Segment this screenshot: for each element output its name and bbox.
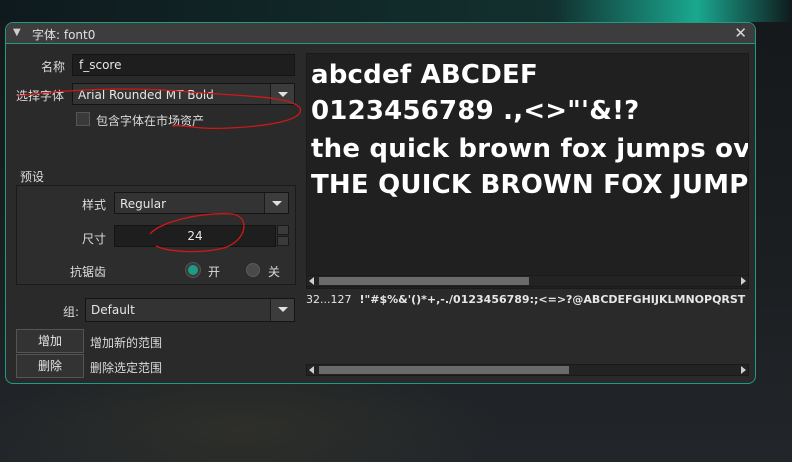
scroll-right-icon[interactable]	[741, 277, 746, 285]
scroll-right-icon[interactable]	[741, 366, 746, 374]
range-scrollbar-thumb[interactable]	[319, 366, 569, 374]
antialias-label: 抗锯齿	[70, 265, 107, 279]
range-list-item[interactable]: 32...127 !"#$%&'()*+,-./0123456789:;<=>?@…	[306, 293, 745, 306]
title-bar[interactable]: ▼ 字体: font0 ✕	[6, 23, 755, 44]
font-dropdown-value: Arial Rounded MT Bold	[78, 88, 214, 102]
chevron-down-icon[interactable]	[264, 193, 288, 213]
font-dropdown[interactable]: Arial Rounded MT Bold	[72, 83, 295, 105]
scroll-left-icon[interactable]	[309, 277, 314, 285]
top-accent-strip	[0, 0, 792, 22]
antialias-on-radio[interactable]	[186, 263, 200, 277]
range-label: 32...127	[306, 293, 352, 306]
close-icon[interactable]: ✕	[734, 24, 747, 42]
name-field[interactable]: f_score	[72, 54, 295, 76]
window-title: 字体: font0	[32, 28, 96, 42]
preview-scrollbar-thumb[interactable]	[319, 277, 529, 285]
preview-line-digits: 0123456789 .,<>"'&!?	[311, 96, 640, 126]
add-range-desc: 增加新的范围	[90, 336, 163, 350]
size-decrement-button[interactable]	[277, 236, 289, 246]
style-dropdown[interactable]: Regular	[114, 192, 289, 214]
delete-range-button[interactable]: 删除	[16, 354, 84, 378]
collapse-icon[interactable]: ▼	[13, 27, 21, 38]
select-font-label: 选择字体	[16, 89, 65, 103]
include-font-checkbox[interactable]	[76, 112, 90, 126]
size-label: 尺寸	[82, 232, 107, 246]
group-dropdown[interactable]: Default	[85, 298, 295, 322]
range-scrollbar[interactable]	[306, 364, 749, 376]
preview-scrollbar[interactable]	[306, 275, 749, 287]
font-editor-window: ▼ 字体: font0 ✕ 名称 f_score 选择字体 Arial Roun…	[5, 22, 756, 384]
group-dropdown-value: Default	[91, 303, 135, 317]
font-preview-panel: abcdef ABCDEF 0123456789 .,<>"'&!? the q…	[306, 53, 749, 289]
include-font-label: 包含字体在市场资产	[96, 114, 205, 128]
antialias-off-radio[interactable]	[246, 263, 260, 277]
chevron-down-icon[interactable]	[270, 84, 294, 104]
add-range-button[interactable]: 增加	[16, 329, 84, 353]
style-dropdown-value: Regular	[120, 197, 167, 211]
style-label: 样式	[82, 198, 107, 212]
preview-line-lowercase-uppercase: abcdef ABCDEF	[311, 60, 538, 90]
antialias-on-label: 开	[208, 265, 221, 279]
scroll-left-icon[interactable]	[309, 366, 314, 374]
group-label: 组:	[63, 305, 80, 319]
antialias-off-label: 关	[268, 265, 281, 279]
delete-range-desc: 删除选定范围	[90, 361, 163, 375]
preview-line-lowercase-sentence: the quick brown fox jumps over	[311, 134, 749, 164]
range-characters: !"#$%&'()*+,-./0123456789:;<=>?@ABCDEFGH…	[359, 293, 746, 306]
chevron-down-icon[interactable]	[270, 299, 294, 321]
size-field[interactable]: 24	[114, 225, 276, 247]
name-label: 名称	[41, 60, 66, 74]
preview-line-uppercase-sentence: THE QUICK BROWN FOX JUMPS	[311, 170, 749, 200]
preset-section-label: 预设	[20, 170, 45, 184]
size-increment-button[interactable]	[277, 225, 289, 235]
